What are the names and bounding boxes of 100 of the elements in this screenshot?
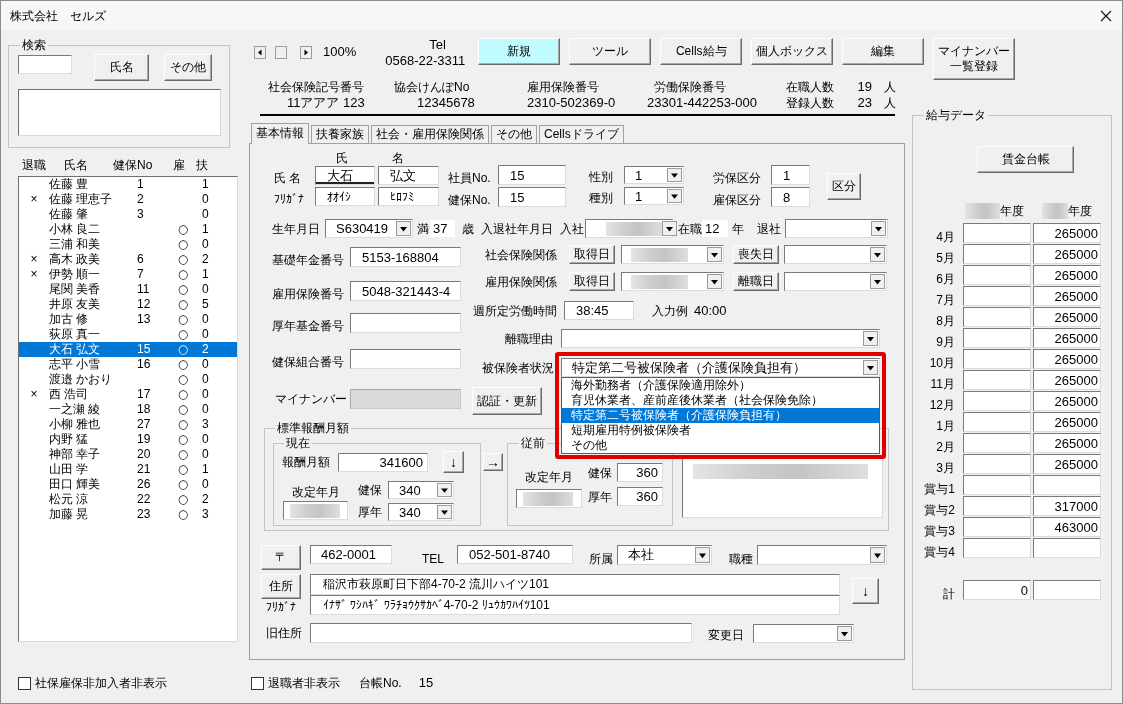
text-field[interactable]: 265000 bbox=[1033, 433, 1101, 453]
toolbar-button[interactable]: 個人ボックス bbox=[751, 38, 834, 65]
dropdown-field[interactable]: S630419 bbox=[325, 219, 413, 238]
text-field[interactable] bbox=[963, 307, 1031, 327]
arrow-left-icon[interactable] bbox=[254, 45, 266, 59]
list-row[interactable]: 小林 良二 ○ 1 bbox=[19, 222, 237, 237]
text-field[interactable]: 052-501-8740 bbox=[457, 545, 573, 564]
date-button[interactable]: 取得日 bbox=[569, 245, 615, 264]
class-button[interactable]: 区分 bbox=[827, 173, 861, 200]
text-field[interactable] bbox=[963, 349, 1031, 369]
dropdown-field[interactable]: 本社 bbox=[617, 545, 712, 565]
close-icon[interactable] bbox=[1100, 9, 1112, 22]
caret-down-icon[interactable] bbox=[870, 247, 885, 262]
text-field[interactable]: 265000 bbox=[1033, 349, 1101, 369]
text-field[interactable]: ｲﾅｻﾞ ﾜｼﾊｷﾞ ﾜﾗﾁｮｳｸｻｶﾍﾞ4-70-2 ﾘｭｳｶﾜﾊｲﾂ101 bbox=[310, 595, 840, 615]
text-area[interactable] bbox=[682, 457, 883, 518]
text-field[interactable] bbox=[963, 538, 1031, 558]
text-field[interactable]: ｵｵｲｼ bbox=[315, 187, 375, 206]
caret-down-icon[interactable] bbox=[707, 247, 722, 262]
list-row[interactable]: 加藤 晃 23 ○ 3 bbox=[19, 507, 237, 522]
text-field[interactable] bbox=[516, 489, 582, 508]
list-row[interactable]: 山田 学 21 ○ 1 bbox=[19, 462, 237, 477]
text-field[interactable] bbox=[963, 517, 1031, 537]
text-field[interactable]: 265000 bbox=[1033, 391, 1101, 411]
dropdown-field[interactable] bbox=[621, 245, 724, 264]
list-row[interactable]: 尾関 美香 11 ○ 0 bbox=[19, 282, 237, 297]
copy-down-button[interactable]: ↓ bbox=[852, 578, 879, 604]
text-field[interactable] bbox=[963, 223, 1031, 243]
tab[interactable]: 社会・雇用保険関係 bbox=[371, 125, 489, 143]
text-field[interactable]: 弘文 bbox=[378, 166, 439, 185]
dropdown-field[interactable]: 特定第二号被保険者（介護保険負担有） bbox=[561, 358, 880, 377]
text-field[interactable]: ﾋﾛﾌﾐ bbox=[378, 187, 439, 206]
text-field[interactable] bbox=[963, 391, 1031, 411]
list-box[interactable] bbox=[18, 89, 221, 136]
list-box[interactable] bbox=[18, 176, 238, 642]
text-field[interactable]: 265000 bbox=[1033, 370, 1101, 390]
address-button[interactable]: 住所 bbox=[261, 574, 301, 599]
text-field[interactable] bbox=[963, 433, 1031, 453]
dropdown-field[interactable] bbox=[621, 272, 724, 291]
dropdown-field[interactable] bbox=[561, 329, 880, 348]
text-field[interactable]: 265000 bbox=[1033, 286, 1101, 306]
list-row[interactable]: 松元 涼 22 ○ 2 bbox=[19, 492, 237, 507]
text-field[interactable] bbox=[350, 313, 461, 333]
dropdown-field[interactable]: 340 bbox=[388, 481, 454, 499]
caret-down-icon[interactable] bbox=[662, 221, 677, 236]
text-field[interactable]: 265000 bbox=[1033, 244, 1101, 264]
text-field[interactable] bbox=[1033, 475, 1101, 495]
text-field[interactable] bbox=[1033, 538, 1101, 558]
text-field[interactable]: 15 bbox=[498, 165, 566, 185]
list-row[interactable]: 小柳 雅也 27 ○ 3 bbox=[19, 417, 237, 432]
arrow-right-icon[interactable] bbox=[300, 45, 312, 59]
tab[interactable]: Cellsドライブ bbox=[539, 125, 624, 143]
search-button[interactable]: 氏名 bbox=[94, 54, 149, 81]
text-field[interactable] bbox=[963, 328, 1031, 348]
dropdown-option[interactable]: 特定第二号被保険者（介護保険負担有） bbox=[562, 408, 879, 423]
caret-down-icon[interactable] bbox=[837, 625, 852, 641]
caret-down-icon[interactable] bbox=[695, 547, 710, 563]
text-field[interactable]: 5153-168804 bbox=[350, 247, 461, 267]
search-field[interactable] bbox=[18, 55, 72, 74]
checkbox-label[interactable]: 退職者非表示 bbox=[268, 676, 340, 690]
text-field[interactable]: 1 bbox=[771, 165, 810, 185]
caret-down-icon[interactable] bbox=[870, 274, 885, 289]
verify-button[interactable]: 認証・更新 bbox=[472, 387, 542, 415]
text-field[interactable] bbox=[963, 496, 1031, 516]
dropdown-field[interactable] bbox=[784, 272, 887, 291]
list-row[interactable]: 佐藤 肇 3 0 bbox=[19, 207, 237, 222]
postal-button[interactable]: 〒 bbox=[261, 545, 301, 570]
list-row[interactable]: × 佐藤 理恵子 2 0 bbox=[19, 192, 237, 207]
copy-down-button[interactable]: ↓ bbox=[443, 451, 464, 473]
text-field[interactable] bbox=[963, 244, 1031, 264]
text-field[interactable]: 341600 bbox=[338, 452, 428, 472]
text-field[interactable]: 317000 bbox=[1033, 496, 1101, 516]
text-field[interactable] bbox=[963, 286, 1031, 306]
text-field[interactable]: 0 bbox=[963, 580, 1031, 600]
list-row[interactable]: 渡邉 かおり ○ 0 bbox=[19, 372, 237, 387]
text-field[interactable]: 265000 bbox=[1033, 307, 1101, 327]
list-row[interactable]: 荻原 真一 ○ 0 bbox=[19, 327, 237, 342]
dropdown-field[interactable]: 1 bbox=[624, 166, 684, 184]
caret-down-icon[interactable] bbox=[667, 168, 682, 182]
text-field[interactable]: 462-0001 bbox=[310, 545, 392, 564]
date-button[interactable]: 取得日 bbox=[569, 272, 615, 291]
caret-down-icon[interactable] bbox=[707, 274, 722, 289]
text-field[interactable] bbox=[1033, 580, 1101, 600]
toolbar-button[interactable]: 新規 bbox=[478, 38, 561, 65]
list-row[interactable]: 大石 弘文 15 ○ 2 bbox=[19, 342, 237, 357]
dropdown-option[interactable]: その他 bbox=[562, 438, 879, 453]
text-field[interactable]: 265000 bbox=[1033, 265, 1101, 285]
list-row[interactable]: 加古 修 13 ○ 0 bbox=[19, 312, 237, 327]
toolbar-button[interactable]: ツール bbox=[569, 38, 652, 65]
tab[interactable]: 扶養家族 bbox=[311, 125, 369, 143]
text-field[interactable]: 360 bbox=[617, 463, 663, 482]
checkbox[interactable] bbox=[251, 676, 264, 690]
tab[interactable]: その他 bbox=[491, 125, 537, 143]
text-field[interactable]: 大石 bbox=[315, 166, 375, 185]
list-row[interactable]: × 西 浩司 17 ○ 0 bbox=[19, 387, 237, 402]
text-field[interactable]: 15 bbox=[498, 187, 566, 207]
date-button[interactable]: 離職日 bbox=[733, 272, 779, 291]
checkbox[interactable] bbox=[18, 676, 31, 690]
list-row[interactable]: × 高木 政美 6 ○ 2 bbox=[19, 252, 237, 267]
dropdown-field[interactable] bbox=[785, 219, 888, 238]
